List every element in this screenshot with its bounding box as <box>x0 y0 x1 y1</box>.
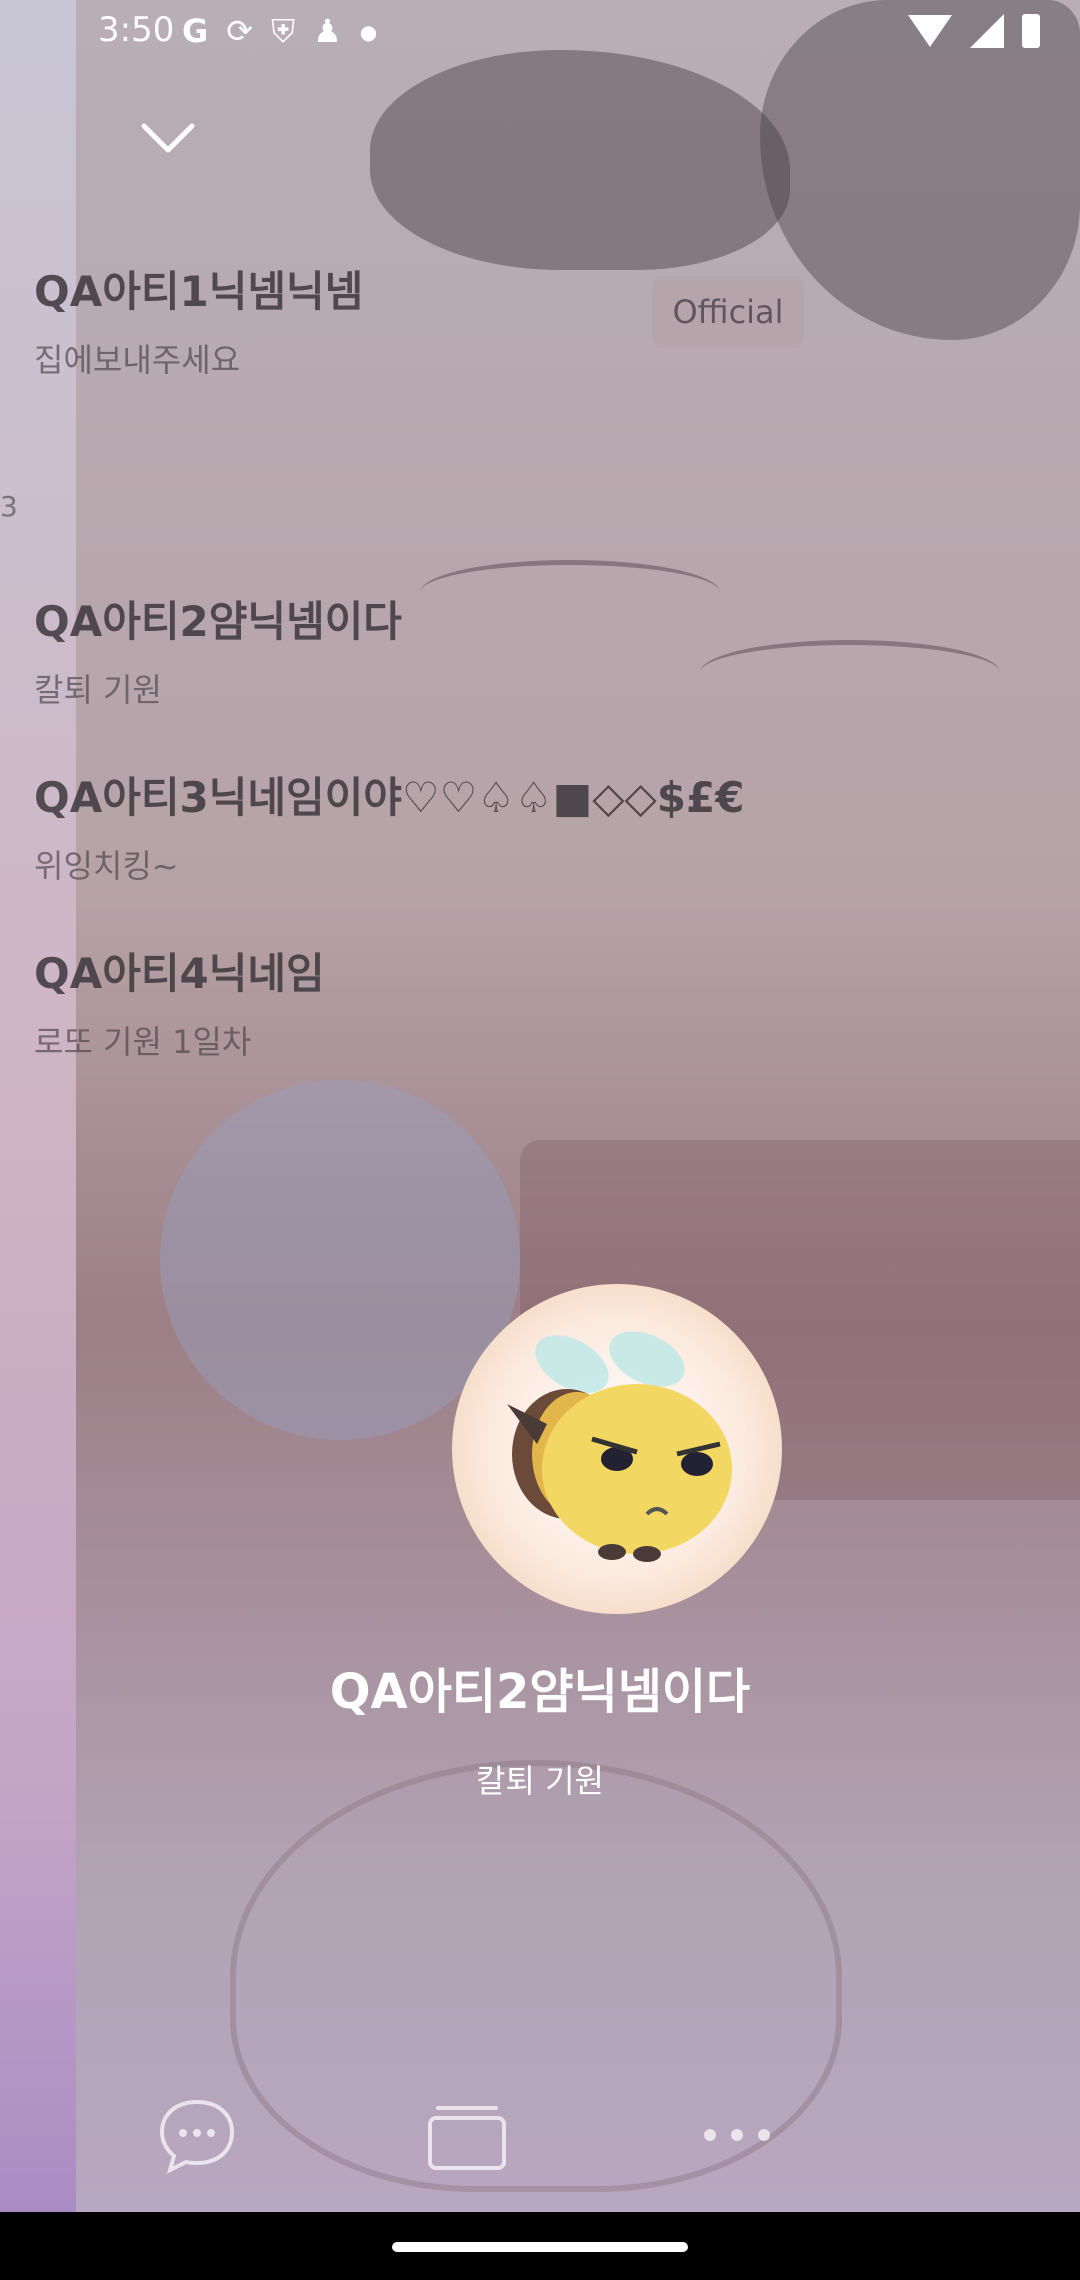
person-icon: ♟ <box>313 12 342 50</box>
status-bar: 3:50 G ⟳ ⛨ ♟ ● <box>0 0 1080 68</box>
list-item[interactable]: QA아티1닉넴닉넴 집에보내주세요 <box>34 258 363 381</box>
list-item[interactable]: QA아티2얌닉넴이다 칼퇴 기원 <box>34 588 402 711</box>
list-item-status: 집에보내주세요 <box>34 341 241 379</box>
signal-icon <box>970 14 1004 48</box>
list-item-nickname: QA아티2얌닉넴이다 <box>34 597 402 646</box>
list-item[interactable]: QA아티3닉네임이야♡♡♤♤■◇◇$£€ 위잉치킹~ <box>34 764 744 887</box>
more-icon[interactable] <box>692 2090 782 2180</box>
profile-status: 칼퇴 기원 <box>476 1762 604 1800</box>
sync-icon: ⟳ <box>226 12 254 50</box>
status-time: 3:50 <box>98 10 175 50</box>
edge-number: 3 <box>0 490 18 523</box>
bee-character-icon <box>507 1331 732 1562</box>
official-badge: Official <box>652 276 804 348</box>
list-item-nickname: QA아티4닉네임 <box>34 949 325 998</box>
background-illustration-hair <box>370 50 790 270</box>
profile-name: QA아티2얌닉넴이다 <box>329 1664 751 1720</box>
background-illustration-line <box>420 560 720 625</box>
background-illustration-line <box>700 640 1000 705</box>
status-right-icons <box>908 14 1040 48</box>
wifi-icon <box>908 15 952 47</box>
dot-icon: ● <box>359 20 378 44</box>
shield-icon: ⛨ <box>271 12 296 50</box>
bottom-action-bar <box>0 2090 1080 2180</box>
list-item[interactable]: QA아티4닉네임 로또 기원 1일차 <box>34 940 325 1063</box>
list-item-nickname: QA아티3닉네임이야♡♡♤♤■◇◇$£€ <box>34 773 745 822</box>
list-item-nickname: QA아티1닉넴닉넴 <box>34 267 364 316</box>
status-left-icons: G ⟳ ⛨ ♟ ● <box>182 12 377 51</box>
list-item-status: 로또 기원 1일차 <box>34 1023 252 1061</box>
battery-icon <box>1022 14 1040 48</box>
google-icon: G <box>182 12 209 50</box>
list-item-status: 칼퇴 기원 <box>34 671 162 709</box>
home-indicator[interactable] <box>392 2242 688 2252</box>
card-icon[interactable] <box>422 2090 512 2180</box>
chat-icon[interactable] <box>152 2090 242 2180</box>
profile-screen: 3:50 G ⟳ ⛨ ♟ ● QA아티1닉넴닉넴 집에보내주세요 Officia… <box>0 0 1080 2212</box>
chevron-down-icon[interactable] <box>138 118 198 158</box>
list-item-status: 위잉치킹~ <box>34 847 179 885</box>
avatar[interactable] <box>452 1284 782 1614</box>
